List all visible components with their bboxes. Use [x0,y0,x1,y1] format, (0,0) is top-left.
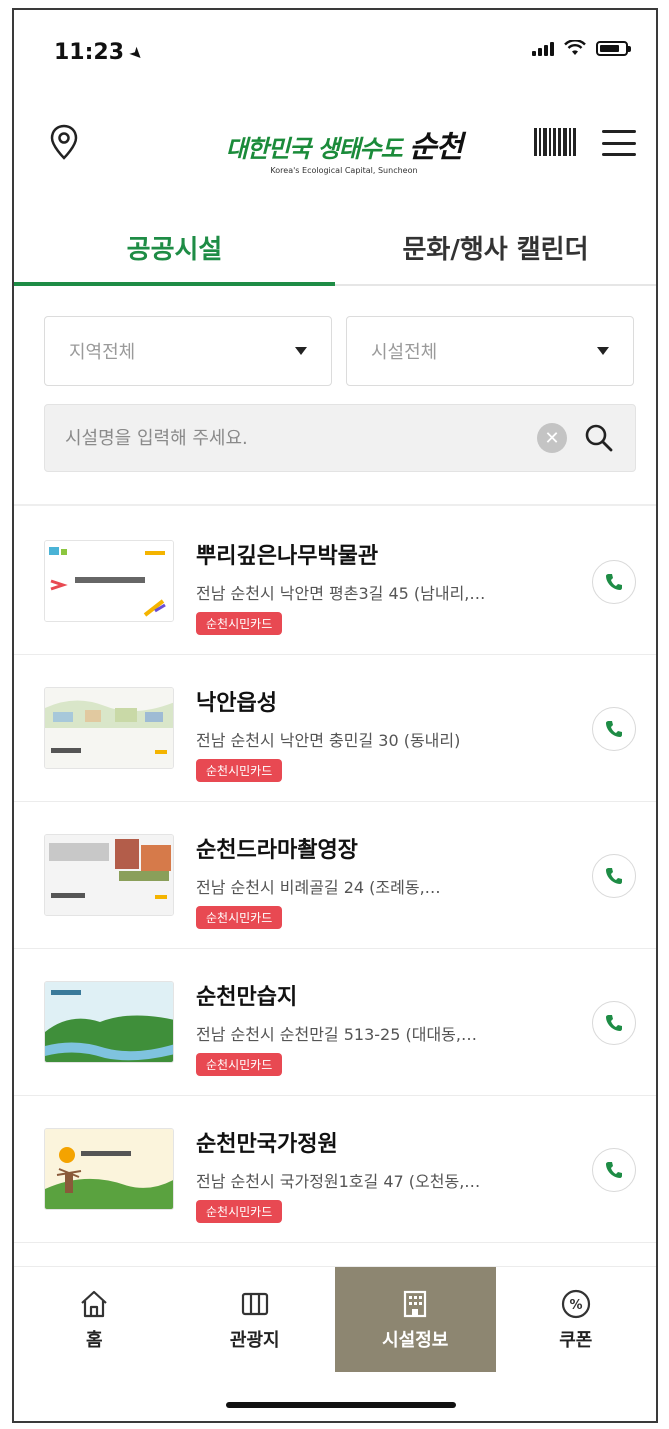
facility-name: 뿌리깊은나무박물관 [196,544,379,569]
phone-call-button[interactable] [592,1001,636,1045]
logo-subtitle: Korea's Ecological Capital, Suncheon [270,166,418,175]
nav-label: 홈 [85,1329,103,1351]
search-input[interactable] [65,427,537,449]
bottom-navigation: 홈 관광지 시설정보 % 쿠폰 [14,1266,656,1372]
phone-icon [606,868,622,884]
signal-icon [532,40,554,56]
barcode-icon[interactable] [534,128,576,156]
facility-info: 뿌리깊은나무박물관 전남 순천시 낙안면 평촌3길 45 (남내리,… 순천시민… [196,538,576,635]
facility-info: 낙안읍성 전남 순천시 낙안면 충민길 30 (동내리) 순천시민카드 [196,685,576,782]
phone-icon [606,1162,622,1178]
phone-call-button[interactable] [592,560,636,604]
wifi-icon [564,40,586,55]
list-item[interactable]: 순천드라마촬영장 전남 순천시 비례골길 24 (조례동,… 순천시민카드 [14,802,656,949]
facility-address: 전남 순천시 낙안면 충민길 30 (동내리) [196,731,461,750]
list-item[interactable]: 순천만습지 전남 순천시 순천만길 513-25 (대대동,… 순천시민카드 [14,949,656,1096]
facility-address: 전남 순천시 국가정원1호길 47 (오천동,… [196,1172,481,1191]
facility-name: 순천만습지 [196,985,298,1010]
logo-text: 대한민국 생태수도 순천 [225,130,464,165]
home-icon [81,1290,107,1317]
phone-call-button[interactable] [592,854,636,898]
facility-thumbnail [44,834,174,916]
filter-row: 지역전체 시설전체 [44,316,634,386]
list-item[interactable]: 뿌리깊은나무박물관 전남 순천시 낙안면 평촌3길 45 (남내리,… 순천시민… [14,508,656,655]
location-pin-icon [50,124,78,160]
status-bar: 11:23➤ [14,10,656,90]
battery-icon [596,40,631,56]
section-divider [14,504,656,506]
svg-text:%: % [569,1298,582,1313]
facility-info: 순천만습지 전남 순천시 순천만길 513-25 (대대동,… 순천시민카드 [196,979,576,1076]
facility-info: 순천드라마촬영장 전남 순천시 비례골길 24 (조례동,… 순천시민카드 [196,832,576,929]
facility-thumbnail [44,1128,174,1210]
facility-name: 낙안읍성 [196,691,277,716]
nav-item-facility-info[interactable]: 시설정보 [335,1267,496,1372]
list-item[interactable]: 순천만국가정원 전남 순천시 국가정원1호길 47 (오천동,… 순천시민카드 [14,1096,656,1243]
nav-label: 쿠폰 [559,1329,593,1351]
facility-info: 순천만국가정원 전남 순천시 국가정원1호길 47 (오천동,… 순천시민카드 [196,1126,576,1223]
status-icons [532,40,631,56]
phone-call-button[interactable] [592,1148,636,1192]
citizen-card-badge: 순천시민카드 [196,906,283,929]
phone-icon [606,721,622,737]
facility-thumbnail [44,540,174,622]
facility-name: 순천드라마촬영장 [196,838,358,863]
citizen-card-badge: 순천시민카드 [196,759,283,782]
nav-label: 시설정보 [382,1329,449,1351]
tab-bar: 공공시설 문화/행사 캘린더 [14,210,656,286]
region-select[interactable]: 지역전체 [44,316,332,386]
phone-icon [606,574,622,590]
location-arrow-icon: ➤ [125,42,149,65]
citizen-card-badge: 순천시민카드 [196,1053,283,1076]
facility-name: 순천만국가정원 [196,1132,338,1157]
phone-icon [606,1015,622,1031]
facility-thumbnail [44,687,174,769]
facility-list: 뿌리깊은나무박물관 전남 순천시 낙안면 평촌3길 45 (남내리,… 순천시민… [14,508,656,1243]
hamburger-menu-icon[interactable] [602,130,636,156]
coupon-icon: % [561,1289,590,1318]
facility-address: 전남 순천시 비례골길 24 (조례동,… [196,878,441,897]
region-select-value: 지역전체 [69,342,136,363]
suncheon-logo[interactable]: 대한민국 생태수도 순천 Korea's Ecological Capital,… [219,122,469,178]
search-bar: ✕ [44,404,636,472]
app-header: 대한민국 생태수도 순천 Korea's Ecological Capital,… [14,110,656,190]
nav-item-coupon[interactable]: % 쿠폰 [496,1267,657,1372]
map-icon [241,1292,268,1315]
status-time: 11:23➤ [54,40,148,65]
list-item[interactable]: 낙안읍성 전남 순천시 낙안면 충민길 30 (동내리) 순천시민카드 [14,655,656,802]
facility-address: 전남 순천시 순천만길 513-25 (대대동,… [196,1025,477,1044]
phone-frame: 11:23➤ 대한민국 생태수도 순천 Korea's Ecological C… [12,8,658,1423]
time-text: 11:23 [54,40,125,65]
facility-thumbnail [44,981,174,1063]
clear-icon[interactable]: ✕ [537,423,567,453]
home-indicator[interactable] [226,1402,456,1408]
location-button[interactable] [44,120,84,164]
search-icon[interactable] [583,422,615,454]
phone-call-button[interactable] [592,707,636,751]
tab-public-facilities[interactable]: 공공시설 [14,210,335,286]
building-icon [404,1290,427,1317]
facility-select-value: 시설전체 [371,342,438,363]
nav-item-tourist-spots[interactable]: 관광지 [175,1267,336,1372]
nav-label: 관광지 [229,1329,280,1351]
tab-culture-calendar[interactable]: 문화/행사 캘린더 [335,210,656,284]
facility-address: 전남 순천시 낙안면 평촌3길 45 (남내리,… [196,584,486,603]
citizen-card-badge: 순천시민카드 [196,1200,283,1223]
caret-down-icon [295,347,307,355]
citizen-card-badge: 순천시민카드 [196,612,283,635]
caret-down-icon [597,347,609,355]
nav-item-home[interactable]: 홈 [14,1267,175,1372]
facility-select[interactable]: 시설전체 [346,316,634,386]
